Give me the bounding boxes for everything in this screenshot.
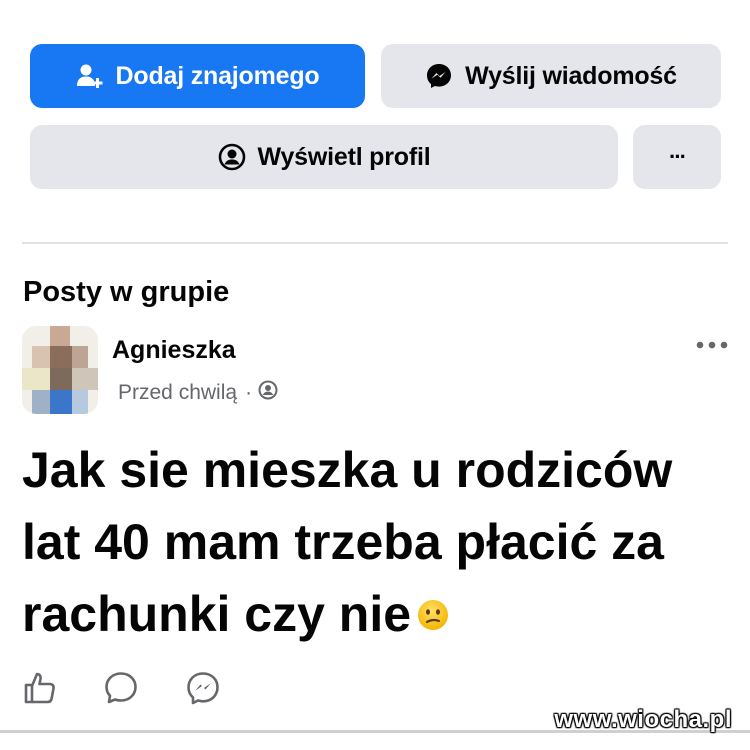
send-message-button[interactable]: Wyślij wiadomość: [381, 44, 721, 108]
post-author[interactable]: Agnieszka: [112, 336, 236, 365]
profile-icon: [218, 143, 246, 171]
confused-face-emoji: [417, 578, 449, 650]
post-time[interactable]: Przed chwilą: [118, 381, 237, 405]
meta-separator: ·: [245, 381, 253, 404]
avatar[interactable]: [22, 326, 98, 414]
post-meta: Przed chwilą ·: [118, 380, 278, 406]
view-profile-label: Wyświetl profil: [257, 142, 431, 171]
messenger-share-icon[interactable]: [185, 670, 221, 711]
view-profile-button[interactable]: Wyświetl profil: [30, 125, 618, 189]
add-friend-button[interactable]: Dodaj znajomego: [30, 44, 365, 108]
add-friend-label: Dodaj znajomego: [115, 61, 320, 90]
comment-icon[interactable]: [103, 670, 139, 711]
send-message-label: Wyślij wiadomość: [465, 61, 677, 90]
add-friend-icon: [76, 63, 104, 89]
watermark: www.wiocha.pl: [554, 706, 732, 733]
more-options-button[interactable]: ···: [633, 125, 721, 189]
messenger-icon: [425, 62, 453, 90]
section-title: Posty w grupie: [23, 276, 230, 308]
more-options-label: ···: [669, 144, 687, 169]
post-text: Jak sie mieszka u rodziców lat 40 mam tr…: [22, 434, 742, 654]
audience-icon: [258, 380, 278, 406]
post-more-icon[interactable]: [694, 338, 730, 356]
like-icon[interactable]: [22, 670, 58, 711]
post-text-content: Jak sie mieszka u rodziców lat 40 mam tr…: [22, 442, 673, 642]
divider: [22, 242, 728, 244]
